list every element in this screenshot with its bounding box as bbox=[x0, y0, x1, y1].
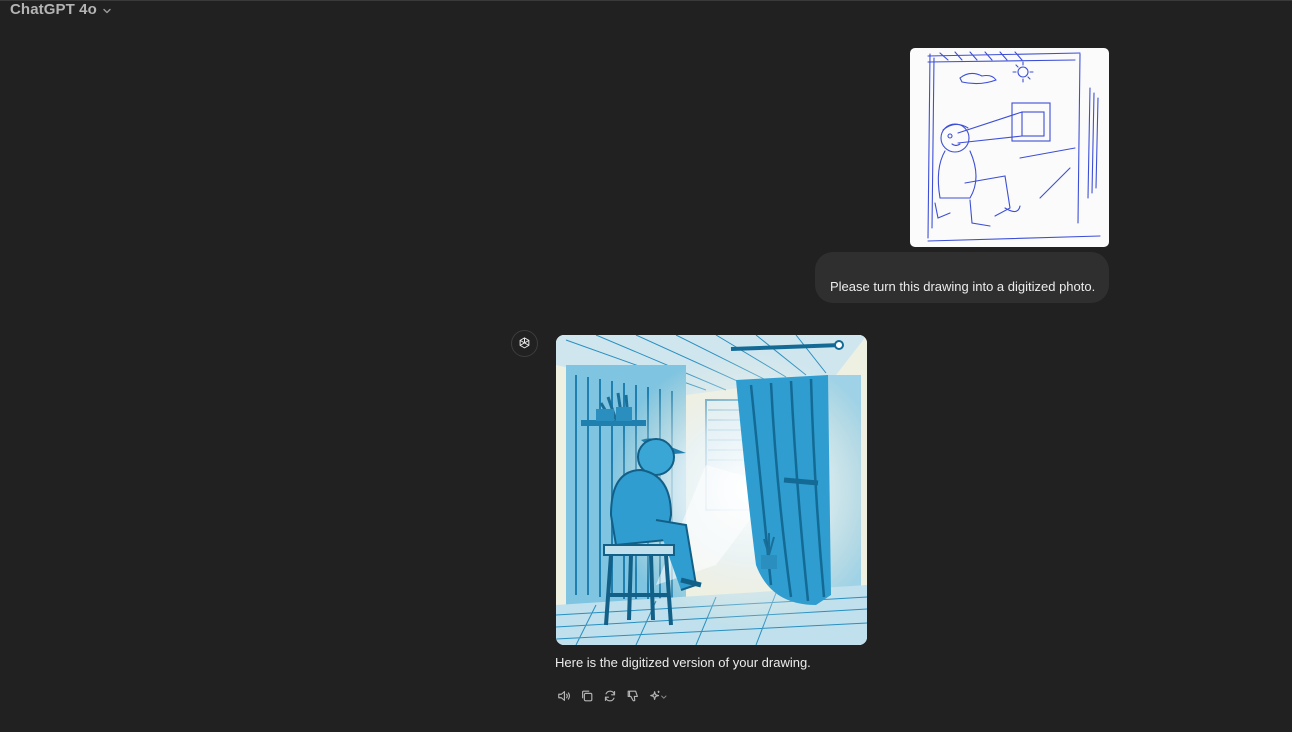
openai-logo-icon bbox=[519, 337, 530, 349]
speaker-icon bbox=[558, 691, 571, 701]
chevron-down-icon bbox=[103, 8, 111, 13]
thumbs-down-button[interactable] bbox=[625, 688, 641, 704]
copy-button[interactable] bbox=[579, 688, 595, 704]
user-uploaded-image[interactable] bbox=[910, 48, 1109, 247]
top-bar: ChatGPT 4o bbox=[0, 0, 1292, 19]
assistant-avatar bbox=[511, 330, 538, 357]
digitized-illustration bbox=[556, 335, 867, 645]
read-aloud-button[interactable] bbox=[556, 688, 572, 704]
model-selector[interactable]: ChatGPT 4o bbox=[10, 1, 113, 18]
user-message-text: Please turn this drawing into a digitize… bbox=[830, 279, 1096, 294]
regenerate-button[interactable] bbox=[602, 688, 618, 704]
thumbs-down-icon bbox=[627, 690, 638, 702]
copy-icon bbox=[582, 690, 593, 702]
sketch-drawing bbox=[927, 51, 1101, 242]
sparkle-icon bbox=[650, 690, 667, 701]
refresh-icon bbox=[604, 690, 616, 702]
model-name: ChatGPT 4o bbox=[10, 1, 97, 18]
message-actions bbox=[556, 688, 670, 704]
change-model-button[interactable] bbox=[648, 688, 670, 704]
user-message-bubble: Please turn this drawing into a digitize… bbox=[815, 252, 1109, 303]
generated-image[interactable] bbox=[556, 335, 867, 645]
assistant-message-text: Here is the digitized version of your dr… bbox=[555, 655, 811, 670]
